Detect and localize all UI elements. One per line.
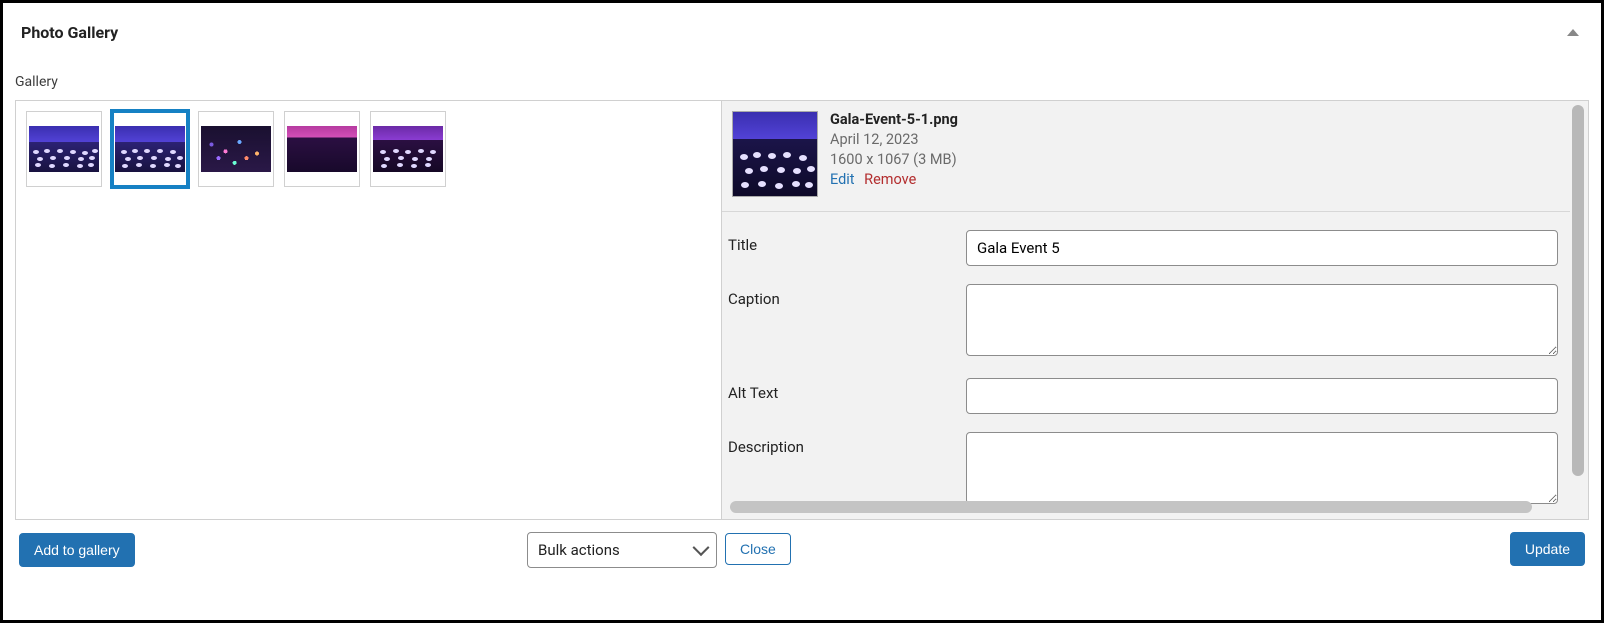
panel-title: Photo Gallery <box>21 23 118 42</box>
left-footer: Add to gallery Bulk actions <box>15 520 721 574</box>
horizontal-scrollbar[interactable] <box>730 501 1548 513</box>
attachment-filename: Gala-Event-5-1.png <box>830 111 958 128</box>
gallery-thumbnail[interactable] <box>198 111 274 187</box>
alt-text-input[interactable] <box>966 378 1558 414</box>
caption-textarea[interactable] <box>966 284 1558 356</box>
add-to-gallery-button[interactable]: Add to gallery <box>19 533 135 567</box>
thumbnails-box <box>15 100 721 520</box>
attachment-fields: Title Caption <box>722 212 1570 519</box>
event-photo-icon <box>373 126 443 172</box>
right-footer: Close Update <box>721 520 1589 572</box>
edit-attachment-link[interactable]: Edit <box>830 171 855 188</box>
event-photo-icon <box>287 126 357 172</box>
gallery-thumbnail[interactable] <box>112 111 188 187</box>
title-field-row: Title <box>728 230 1558 266</box>
update-button[interactable]: Update <box>1510 532 1585 566</box>
gallery-thumbnail[interactable] <box>370 111 446 187</box>
panel-header: Photo Gallery <box>15 9 1589 52</box>
description-field-row: Description <box>728 432 1558 508</box>
vertical-scrollbar[interactable] <box>1572 105 1584 487</box>
gallery-right-pane: Gala-Event-5-1.png April 12, 2023 1600 x… <box>721 100 1589 574</box>
attachment-date: April 12, 2023 <box>830 131 958 148</box>
gallery-thumbnail[interactable] <box>26 111 102 187</box>
alt-text-label: Alt Text <box>728 378 954 402</box>
title-input[interactable] <box>966 230 1558 266</box>
gallery-left-pane: Add to gallery Bulk actions <box>15 100 721 574</box>
gallery-section-label: Gallery <box>15 52 1589 100</box>
attachment-meta: Gala-Event-5-1.png April 12, 2023 1600 x… <box>830 111 958 197</box>
photo-gallery-panel: Photo Gallery Gallery <box>0 0 1604 623</box>
description-textarea[interactable] <box>966 432 1558 504</box>
event-photo-icon <box>201 126 271 172</box>
caption-field-row: Caption <box>728 284 1558 360</box>
event-photo-icon <box>115 126 185 172</box>
caption-label: Caption <box>728 284 954 308</box>
attachment-links: Edit Remove <box>830 171 958 188</box>
event-photo-icon <box>29 126 99 172</box>
attachment-detail-box: Gala-Event-5-1.png April 12, 2023 1600 x… <box>721 100 1589 520</box>
gallery-thumbnail[interactable] <box>284 111 360 187</box>
close-button[interactable]: Close <box>725 533 791 565</box>
attachment-size: 1600 x 1067 (3 MB) <box>830 151 958 168</box>
attachment-preview-thumbnail <box>732 111 818 197</box>
alt-text-field-row: Alt Text <box>728 378 1558 414</box>
attachment-header: Gala-Event-5-1.png April 12, 2023 1600 x… <box>722 101 1570 212</box>
bulk-actions-select[interactable]: Bulk actions <box>527 532 717 568</box>
description-label: Description <box>728 432 954 456</box>
collapse-toggle-icon[interactable] <box>1567 29 1579 36</box>
bulk-actions-select-wrap: Bulk actions <box>527 532 717 568</box>
title-label: Title <box>728 230 954 254</box>
remove-attachment-link[interactable]: Remove <box>864 171 916 188</box>
